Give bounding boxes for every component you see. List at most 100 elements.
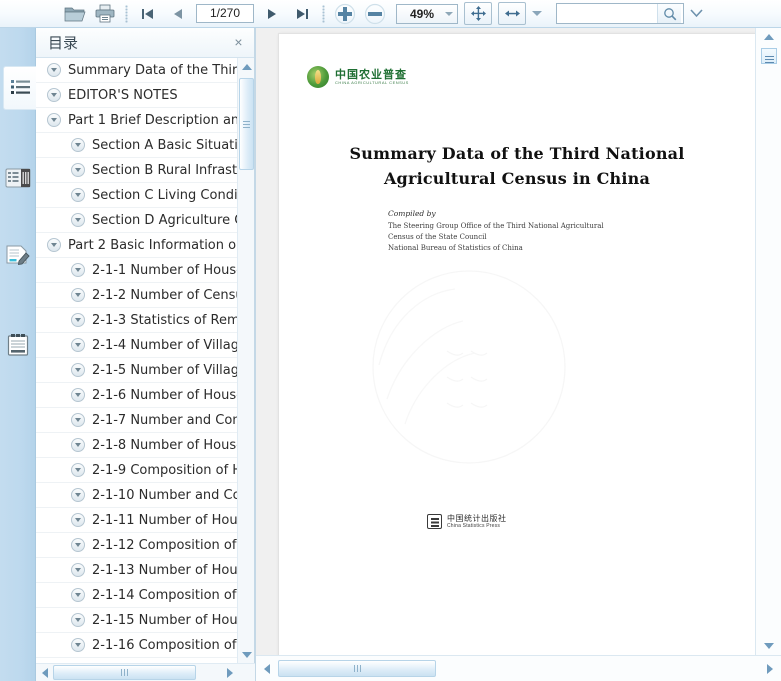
page-number-input[interactable]: 1/270: [196, 4, 254, 23]
chevron-down-icon[interactable]: [71, 613, 85, 627]
next-page-button[interactable]: [257, 1, 287, 27]
search-button[interactable]: [657, 4, 681, 23]
outline-item[interactable]: Part 1 Brief Description and M: [36, 108, 237, 133]
outline-item[interactable]: 2-1-1 Number of Househo: [36, 258, 237, 283]
outline-item-label: 2-1-9 Composition of Hou: [92, 462, 237, 478]
search-input[interactable]: [557, 5, 657, 22]
outline-item[interactable]: 2-1-16 Composition of Ho: [36, 633, 237, 658]
chevron-down-icon[interactable]: [71, 188, 85, 202]
outline-item-label: 2-1-6 Number of Househo: [92, 387, 237, 403]
outline-item[interactable]: 2-1-9 Composition of Hou: [36, 458, 237, 483]
chevron-down-icon[interactable]: [71, 363, 85, 377]
outline-vertical-scrollbar[interactable]: [237, 58, 254, 663]
outline-horizontal-scrollbar[interactable]: [36, 663, 255, 681]
outline-item[interactable]: 2-1-3 Statistics of Remote: [36, 308, 237, 333]
page-view-toggle-button[interactable]: [761, 48, 777, 64]
chevron-down-icon[interactable]: [71, 213, 85, 227]
sidebar-item-outline[interactable]: [3, 66, 37, 110]
document-title-line-2: Agricultural Census in China: [383, 168, 651, 188]
outline-item-label: Summary Data of the Third Na: [68, 62, 237, 78]
outline-item[interactable]: 2-1-4 Number of Villages: [36, 333, 237, 358]
sidebar-item-thumbnails[interactable]: [2, 156, 34, 200]
chevron-down-icon: [532, 11, 542, 16]
outline-item[interactable]: Summary Data of the Third Na: [36, 58, 237, 83]
first-page-button[interactable]: [133, 1, 163, 27]
sidebar-item-annotations[interactable]: [2, 234, 34, 278]
outline-item[interactable]: 2-1-5 Number of Villages: [36, 358, 237, 383]
chevron-down-icon[interactable]: [71, 313, 85, 327]
search-options-button[interactable]: [686, 3, 706, 25]
chevron-down-icon[interactable]: [71, 138, 85, 152]
outline-item-list[interactable]: Summary Data of the Third Na EDITOR'S NOT…: [36, 58, 237, 663]
chevron-down-icon[interactable]: [47, 113, 61, 127]
outline-item[interactable]: Section D Agriculture Ope: [36, 208, 237, 233]
toolbar-more-button[interactable]: [530, 3, 544, 25]
sidebar-item-attachments[interactable]: [2, 323, 34, 367]
viewer-horizontal-scrollbar[interactable]: [256, 655, 781, 681]
outline-item[interactable]: 2-1-10 Number and Comp: [36, 483, 237, 508]
chevron-down-icon[interactable]: [71, 438, 85, 452]
outline-item-label: Section C Living Condition: [92, 187, 237, 203]
chevron-down-icon[interactable]: [71, 513, 85, 527]
pdf-canvas-area[interactable]: 中国农业普查 CHINA AGRICULTURAL CENSUS Summary…: [256, 28, 755, 655]
outline-item[interactable]: Section A Basic Situation a: [36, 133, 237, 158]
outline-item[interactable]: 2-1-13 Number of Househ: [36, 558, 237, 583]
scroll-right-button[interactable]: [759, 658, 781, 680]
outline-item[interactable]: 2-1-8 Number of Househo: [36, 433, 237, 458]
print-button[interactable]: [90, 1, 120, 27]
scroll-down-button[interactable]: [756, 637, 781, 655]
scroll-up-button[interactable]: [238, 58, 255, 75]
outline-item[interactable]: 2-1-15 Number of Househ: [36, 608, 237, 633]
previous-page-button[interactable]: [163, 1, 193, 27]
chevron-down-icon[interactable]: [71, 563, 85, 577]
triangle-right-icon: [226, 667, 233, 678]
close-icon[interactable]: ×: [231, 35, 246, 50]
chevron-down-icon[interactable]: [71, 413, 85, 427]
chevron-down-icon[interactable]: [71, 463, 85, 477]
chevron-down-icon[interactable]: [71, 388, 85, 402]
scroll-right-button[interactable]: [221, 664, 238, 681]
outline-item[interactable]: Part 2 Basic Information on Ce: [36, 233, 237, 258]
outline-panel: 目录 × Summary Data of the Third Na EDITOR'…: [36, 28, 255, 681]
last-page-button[interactable]: [287, 1, 317, 27]
chevron-down-icon[interactable]: [47, 88, 61, 102]
chevron-down-icon[interactable]: [71, 488, 85, 502]
chevron-down-icon[interactable]: [47, 63, 61, 77]
compiled-by-label: Compiled by: [388, 209, 436, 218]
scroll-left-button[interactable]: [36, 664, 53, 681]
outline-item[interactable]: 2-1-7 Number and Comp: [36, 408, 237, 433]
viewer-vertical-scrollbar[interactable]: [755, 28, 781, 655]
chevron-down-icon[interactable]: [71, 338, 85, 352]
zoom-in-button[interactable]: [330, 1, 360, 27]
search-icon: [663, 7, 676, 20]
chevron-down-icon[interactable]: [71, 163, 85, 177]
chevron-down-icon[interactable]: [71, 263, 85, 277]
zoom-out-button[interactable]: [360, 1, 390, 27]
scrollbar-thumb[interactable]: [278, 660, 436, 677]
scroll-up-button[interactable]: [756, 28, 781, 46]
open-file-button[interactable]: [60, 1, 90, 27]
outline-item[interactable]: Section B Rural Infrastruct: [36, 158, 237, 183]
chevron-down-icon[interactable]: [71, 638, 85, 652]
scroll-down-button[interactable]: [238, 646, 255, 663]
chevron-down-icon[interactable]: [71, 588, 85, 602]
outline-item[interactable]: 2-1-14 Composition of Ho: [36, 583, 237, 608]
fit-page-button[interactable]: [464, 2, 492, 25]
scroll-left-button[interactable]: [256, 658, 278, 680]
chevron-down-icon[interactable]: [47, 238, 61, 252]
outline-item[interactable]: Section C Living Condition: [36, 183, 237, 208]
chevron-down-icon[interactable]: [71, 538, 85, 552]
outline-item[interactable]: 2-1-12 Composition of Ho: [36, 533, 237, 558]
scrollbar-thumb[interactable]: [239, 78, 254, 170]
outline-item-label: 2-1-5 Number of Villages: [92, 362, 237, 378]
outline-item[interactable]: 2-1-2 Number of Census: [36, 283, 237, 308]
outline-item[interactable]: 2-1-6 Number of Househo: [36, 383, 237, 408]
fit-width-button[interactable]: [498, 2, 526, 25]
outline-item[interactable]: 2-1-11 Number of Househ: [36, 508, 237, 533]
pdf-page: 中国农业普查 CHINA AGRICULTURAL CENSUS Summary…: [278, 33, 755, 655]
scrollbar-thumb[interactable]: [53, 665, 196, 680]
search-box[interactable]: [556, 3, 684, 24]
zoom-level-select[interactable]: 49%: [396, 3, 458, 24]
chevron-down-icon[interactable]: [71, 288, 85, 302]
outline-item[interactable]: EDITOR'S NOTES: [36, 83, 237, 108]
